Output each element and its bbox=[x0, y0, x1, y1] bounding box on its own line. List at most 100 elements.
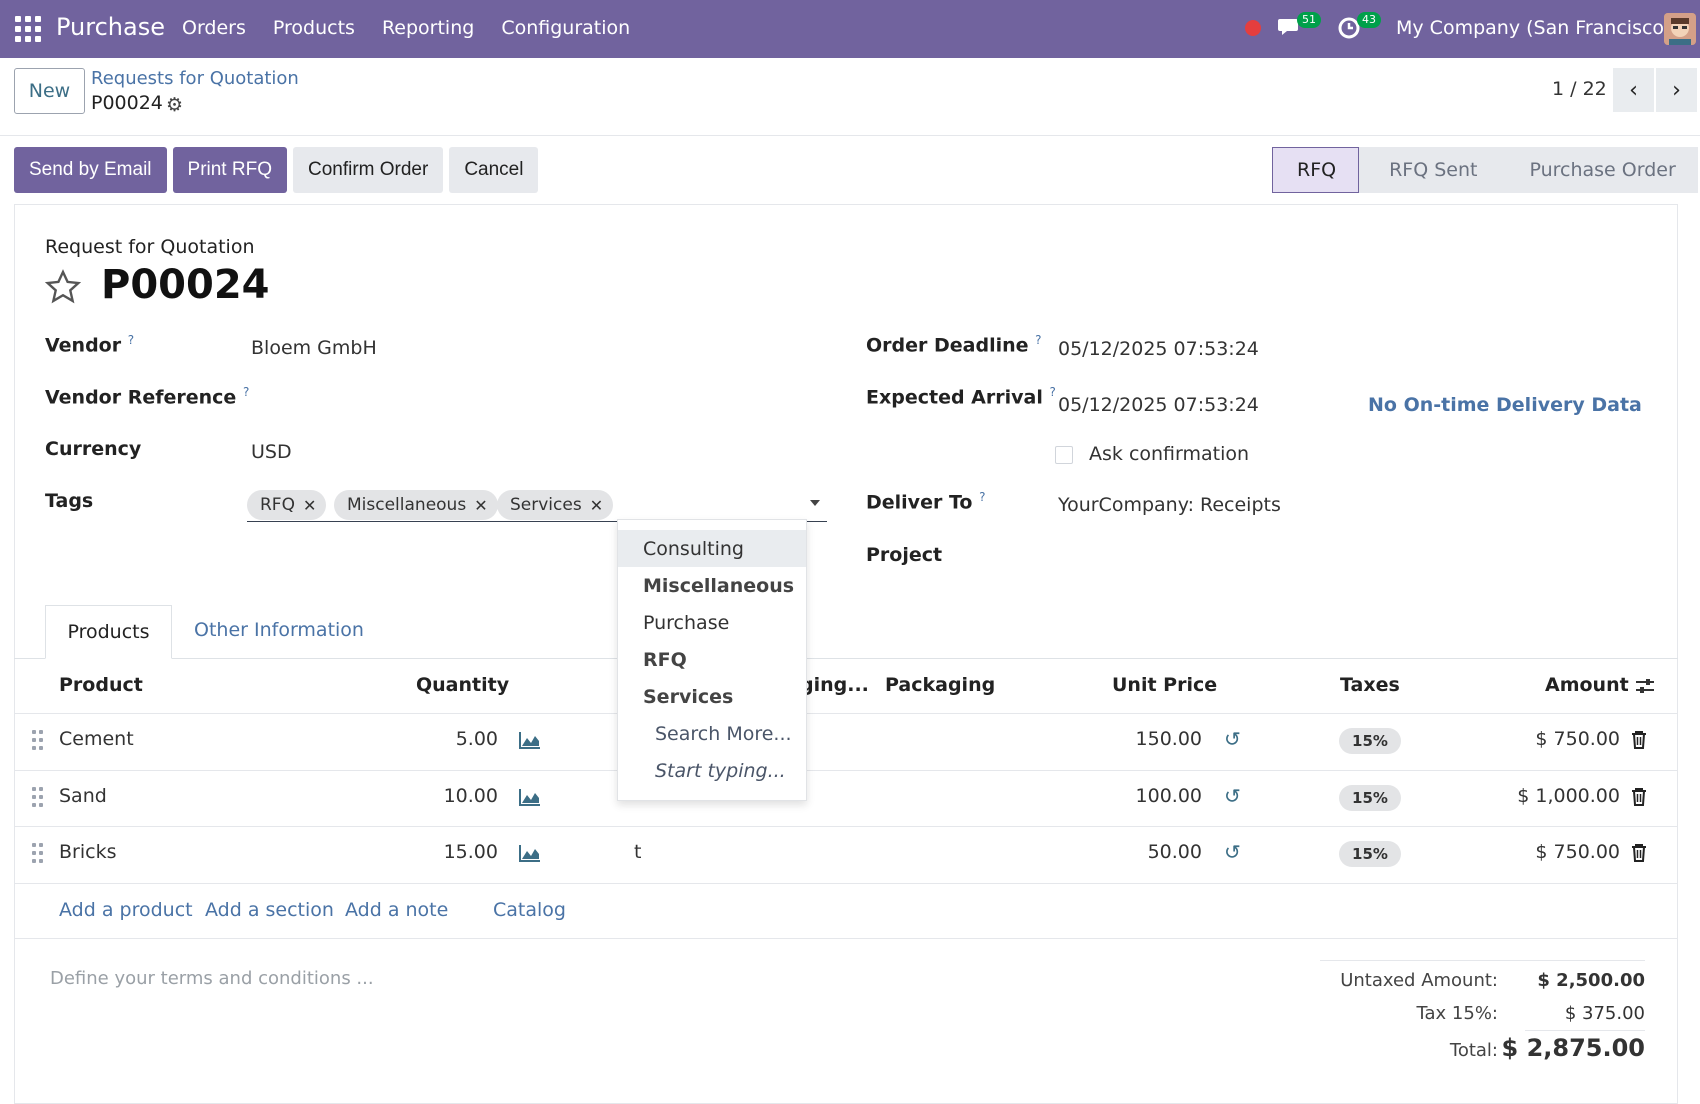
ask-confirmation-checkbox[interactable] bbox=[1055, 446, 1073, 464]
help-icon: ? bbox=[242, 385, 250, 399]
pager-next-button[interactable]: › bbox=[1656, 68, 1697, 112]
add-section-link[interactable]: Add a section bbox=[205, 899, 334, 921]
row-packaging-qty[interactable]: t bbox=[634, 841, 641, 863]
trash-icon[interactable] bbox=[1631, 843, 1647, 862]
tabs-divider bbox=[14, 658, 1678, 659]
star-icon[interactable] bbox=[44, 268, 82, 306]
add-product-link[interactable]: Add a product bbox=[59, 899, 193, 921]
history-icon[interactable]: ↺ bbox=[1224, 840, 1241, 864]
trash-icon[interactable] bbox=[1631, 787, 1647, 806]
currency-field[interactable]: USD bbox=[251, 441, 292, 463]
drag-handle-icon[interactable] bbox=[32, 843, 44, 863]
row-divider bbox=[14, 826, 1678, 827]
forecast-chart-icon[interactable] bbox=[519, 731, 541, 749]
confirm-order-button[interactable]: Confirm Order bbox=[292, 147, 444, 193]
col-header-unit-price[interactable]: Unit Price bbox=[1112, 674, 1217, 696]
activities-button[interactable]: 43 bbox=[1337, 12, 1381, 44]
row-product[interactable]: Cement bbox=[59, 728, 134, 750]
row-quantity[interactable]: 15.00 bbox=[400, 841, 498, 863]
ask-confirmation-label: Ask confirmation bbox=[1089, 443, 1250, 465]
vendor-field[interactable]: Bloem GmbH bbox=[251, 337, 377, 359]
drag-handle-icon[interactable] bbox=[32, 730, 44, 750]
col-header-amount[interactable]: Amount bbox=[1545, 674, 1629, 696]
tax-badge[interactable]: 15% bbox=[1339, 728, 1401, 754]
cancel-button[interactable]: Cancel bbox=[449, 147, 539, 193]
tag-remove-icon[interactable]: ✕ bbox=[303, 496, 316, 515]
status-dot-icon[interactable] bbox=[1245, 20, 1261, 36]
status-rfq-sent[interactable]: RFQ Sent bbox=[1359, 147, 1500, 193]
row-unit-price[interactable]: 100.00 bbox=[1080, 785, 1202, 807]
send-by-email-button[interactable]: Send by Email bbox=[14, 147, 167, 193]
user-avatar[interactable] bbox=[1664, 13, 1696, 45]
terms-conditions-field[interactable]: Define your terms and conditions ... bbox=[50, 968, 374, 989]
help-icon: ? bbox=[979, 490, 986, 504]
deliver-to-field[interactable]: YourCompany: Receipts bbox=[1058, 494, 1281, 516]
drag-handle-icon[interactable] bbox=[32, 787, 44, 807]
status-rfq[interactable]: RFQ bbox=[1272, 147, 1360, 193]
order-deadline-label: Order Deadline ? bbox=[866, 333, 1042, 357]
dropdown-option-purchase[interactable]: Purchase bbox=[618, 604, 806, 641]
on-time-delivery-link[interactable]: No On-time Delivery Data bbox=[1368, 394, 1642, 416]
new-button[interactable]: New bbox=[14, 68, 85, 114]
optional-columns-icon[interactable] bbox=[1634, 675, 1656, 697]
expected-arrival-field[interactable]: 05/12/2025 07:53:24 bbox=[1058, 394, 1259, 416]
row-product[interactable]: Bricks bbox=[59, 841, 116, 863]
action-bar: Send by Email Print RFQ Confirm Order Ca… bbox=[14, 147, 539, 193]
forecast-chart-icon[interactable] bbox=[519, 788, 541, 806]
tag-remove-icon[interactable]: ✕ bbox=[474, 496, 487, 515]
gear-icon[interactable]: ⚙ bbox=[166, 94, 183, 116]
pager-value[interactable]: 1 / 22 bbox=[1552, 78, 1607, 100]
dropdown-option-services[interactable]: Services bbox=[618, 678, 806, 715]
menu-orders[interactable]: Orders bbox=[182, 17, 246, 39]
expected-arrival-label: Expected Arrival ? bbox=[866, 385, 1056, 409]
col-header-packaging[interactable]: Packaging bbox=[885, 674, 995, 696]
dropdown-option-consulting[interactable]: Consulting bbox=[618, 530, 806, 567]
order-deadline-field[interactable]: 05/12/2025 07:53:24 bbox=[1058, 338, 1259, 360]
tab-other-information[interactable]: Other Information bbox=[194, 619, 364, 641]
help-icon: ? bbox=[1035, 333, 1042, 347]
control-panel: New Requests for Quotation P00024 ⚙ 1 / … bbox=[0, 58, 1700, 136]
caret-down-icon[interactable] bbox=[810, 500, 820, 506]
dropdown-option-miscellaneous[interactable]: Miscellaneous bbox=[618, 567, 806, 604]
add-note-link[interactable]: Add a note bbox=[345, 899, 448, 921]
app-grid-icon[interactable] bbox=[15, 16, 41, 42]
breadcrumb-parent[interactable]: Requests for Quotation bbox=[91, 68, 299, 89]
row-unit-price[interactable]: 150.00 bbox=[1080, 728, 1202, 750]
row-quantity[interactable]: 5.00 bbox=[400, 728, 498, 750]
currency-label: Currency bbox=[45, 438, 142, 460]
vendor-reference-field[interactable] bbox=[251, 385, 811, 411]
col-header-taxes[interactable]: Taxes bbox=[1340, 674, 1400, 696]
pager-previous-button[interactable]: ‹ bbox=[1613, 68, 1654, 112]
row-quantity[interactable]: 10.00 bbox=[400, 785, 498, 807]
row-unit-price[interactable]: 50.00 bbox=[1080, 841, 1202, 863]
help-icon: ? bbox=[1049, 385, 1056, 399]
menu-products[interactable]: Products bbox=[273, 17, 355, 39]
help-icon: ? bbox=[127, 333, 135, 347]
tax-badge[interactable]: 15% bbox=[1339, 841, 1401, 867]
avatar-image bbox=[1664, 13, 1696, 45]
row-product[interactable]: Sand bbox=[59, 785, 107, 807]
tab-products[interactable]: Products bbox=[45, 605, 172, 659]
catalog-link[interactable]: Catalog bbox=[493, 899, 566, 921]
col-header-packaging-qty[interactable]: ging... bbox=[800, 674, 869, 696]
dropdown-option-rfq[interactable]: RFQ bbox=[618, 641, 806, 678]
dropdown-start-typing: Start typing... bbox=[655, 759, 786, 782]
app-name[interactable]: Purchase bbox=[56, 13, 165, 41]
tag-remove-icon[interactable]: ✕ bbox=[590, 496, 603, 515]
history-icon[interactable]: ↺ bbox=[1224, 727, 1241, 751]
print-rfq-button[interactable]: Print RFQ bbox=[172, 147, 287, 193]
tags-dropdown: Consulting Miscellaneous Purchase RFQ Se… bbox=[617, 519, 807, 801]
history-icon[interactable]: ↺ bbox=[1224, 784, 1241, 808]
messages-button[interactable]: 51 bbox=[1277, 12, 1321, 44]
col-header-product[interactable]: Product bbox=[59, 674, 143, 696]
trash-icon[interactable] bbox=[1631, 730, 1647, 749]
dropdown-search-more[interactable]: Search More... bbox=[618, 715, 806, 752]
col-header-quantity[interactable]: Quantity bbox=[416, 674, 509, 696]
tax-badge[interactable]: 15% bbox=[1339, 785, 1401, 811]
forecast-chart-icon[interactable] bbox=[519, 844, 541, 862]
status-purchase-order[interactable]: Purchase Order bbox=[1499, 147, 1698, 193]
vendor-label: Vendor ? bbox=[45, 333, 135, 357]
menu-configuration[interactable]: Configuration bbox=[501, 17, 630, 39]
menu-reporting[interactable]: Reporting bbox=[382, 17, 474, 39]
company-switcher[interactable]: My Company (San Francisco) bbox=[1396, 17, 1671, 39]
